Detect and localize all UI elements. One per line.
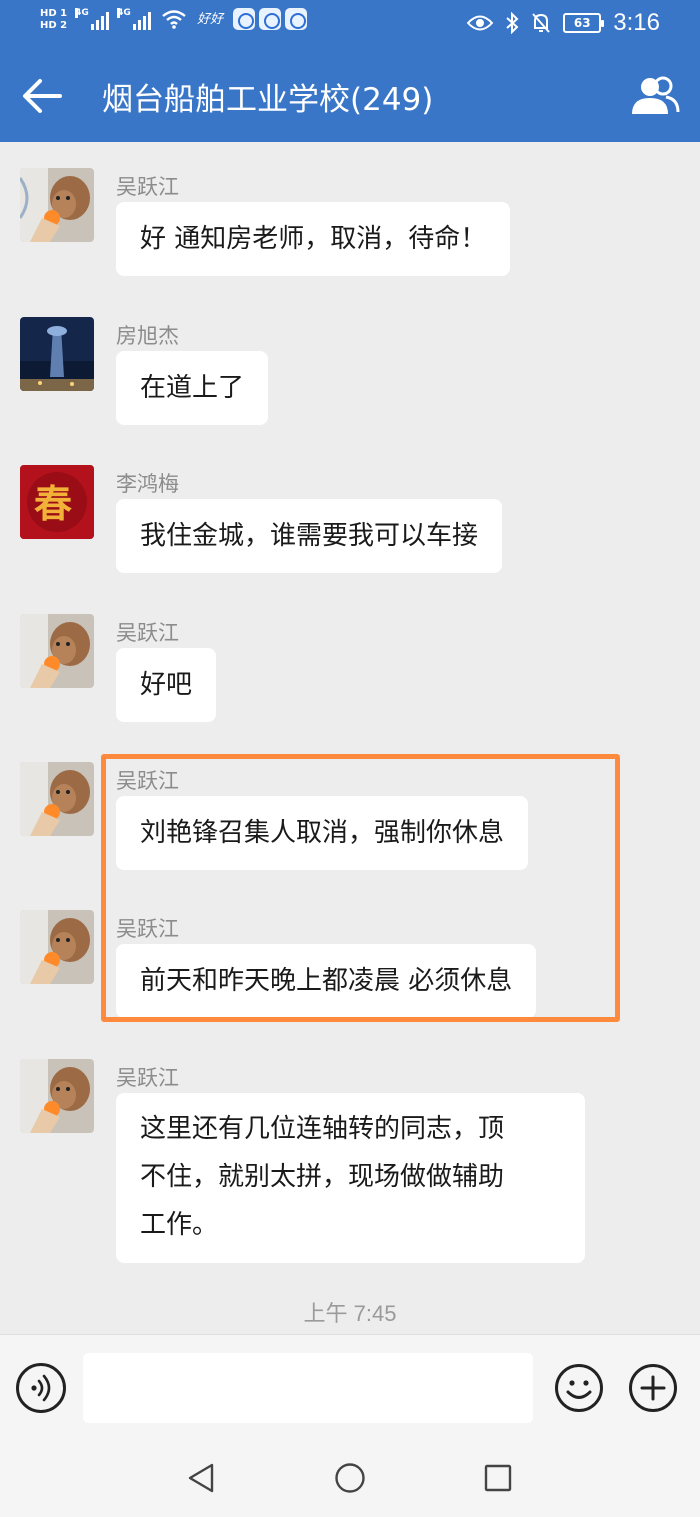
timestamp: 上午 7:45 — [303, 1301, 397, 1326]
message-bubble[interactable]: 在道上了 — [116, 351, 269, 425]
header: HD 1 HD 2 4G 4G 好好 63 3:16 烟台船舶工业学校(249) — [0, 0, 700, 142]
plus-icon[interactable] — [628, 1363, 678, 1413]
status-bar: HD 1 HD 2 4G 4G 好好 63 3:16 — [0, 0, 700, 50]
page-title: 烟台船舶工业学校(249) — [102, 82, 434, 118]
sender-name: 吴跃江 — [116, 175, 179, 199]
clock: 3:16 — [613, 9, 660, 36]
avatar[interactable] — [20, 762, 94, 836]
group-members-icon[interactable] — [630, 74, 680, 118]
net2-label: 4G — [117, 8, 131, 18]
signal-icon-1: 4G — [75, 8, 110, 30]
emoji-icon[interactable] — [554, 1363, 604, 1413]
app-notification-icons — [233, 8, 308, 30]
avatar-chun-glyph: 春 — [34, 481, 72, 526]
message-bubble[interactable]: 前天和昨天晚上都凌晨 必须休息 — [116, 944, 537, 1018]
avatar[interactable]: 春 — [20, 465, 94, 539]
nav-recent-icon[interactable] — [484, 1464, 512, 1492]
title-bar: 烟台船舶工业学校(249) — [0, 50, 700, 142]
wifi-icon — [162, 10, 186, 29]
message-line: 这里还有几位连轴转的同志，顶 — [140, 1114, 505, 1144]
app-badge-icon — [285, 8, 308, 30]
status-right: 63 3:16 — [467, 8, 660, 38]
avatar[interactable] — [20, 168, 94, 242]
message-input[interactable] — [83, 1353, 533, 1423]
sender-name: 吴跃江 — [116, 621, 179, 645]
message-line: 不住，就别太拼，现场做做辅助 — [140, 1162, 505, 1192]
message-bubble[interactable]: 这里还有几位连轴转的同志，顶 不住，就别太拼，现场做做辅助 工作。 — [116, 1093, 585, 1263]
message-bubble[interactable]: 刘艳锋召集人取消，强制你休息 — [116, 796, 529, 870]
app-badge-icon — [259, 8, 282, 30]
avatar[interactable] — [20, 317, 94, 391]
net1-label: 4G — [75, 8, 89, 18]
message-line: 工作。 — [140, 1210, 219, 1240]
handwriting-icon: 好好 — [197, 12, 224, 27]
message-bubble[interactable]: 好吧 — [116, 648, 217, 722]
message-bubble[interactable]: 我住金城，谁需要我可以车接 — [116, 499, 503, 573]
back-arrow-icon[interactable] — [20, 76, 64, 116]
eye-icon — [467, 15, 494, 31]
sender-name: 吴跃江 — [116, 769, 179, 793]
sender-name: 房旭杰 — [116, 324, 179, 348]
bluetooth-icon — [506, 12, 519, 34]
avatar[interactable] — [20, 910, 94, 984]
status-left: HD 1 HD 2 4G 4G 好好 — [40, 8, 308, 32]
voice-icon[interactable] — [16, 1363, 66, 1413]
message-bubble[interactable]: 好 通知房老师，取消，待命！ — [116, 202, 511, 276]
system-nav-bar — [0, 1440, 700, 1517]
battery-icon: 63 — [563, 13, 605, 33]
chat-area[interactable]: 吴跃江 好 通知房老师，取消，待命！ 房旭杰 在道上了 春 李鸿梅 我住金城，谁… — [0, 142, 700, 1334]
sender-name: 李鸿梅 — [116, 472, 179, 496]
avatar[interactable] — [20, 614, 94, 688]
signal-icon-2: 4G — [117, 8, 152, 30]
input-bar — [0, 1334, 700, 1440]
nav-home-icon[interactable] — [334, 1462, 366, 1494]
nav-back-icon[interactable] — [186, 1462, 216, 1494]
sender-name: 吴跃江 — [116, 917, 179, 941]
app-badge-icon — [233, 8, 256, 30]
sender-name: 吴跃江 — [116, 1066, 179, 1090]
hd2-label: HD 2 — [40, 20, 68, 31]
hd1-label: HD 1 — [40, 8, 68, 19]
hd-indicator: HD 1 HD 2 — [40, 8, 67, 32]
mute-bell-icon — [532, 13, 551, 33]
avatar[interactable] — [20, 1059, 94, 1133]
